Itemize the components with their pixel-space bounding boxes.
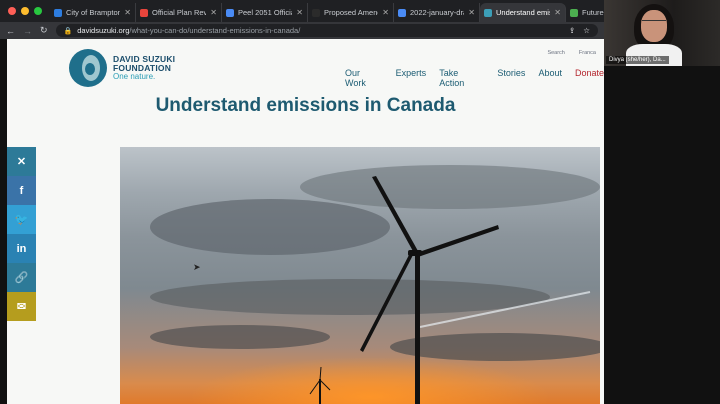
share-linkedin-button[interactable]: in <box>7 234 36 263</box>
logo-tagline: One nature. <box>113 72 156 81</box>
hero-image-wind-turbine <box>120 147 600 404</box>
browser-tab[interactable]: Understand emissi ✕ <box>480 3 566 22</box>
web-page: Search Franca DAVID SUZUKI FOUNDATION On… <box>7 39 604 404</box>
participant-name: Divya (she/her), Da... <box>606 56 669 64</box>
tab-title: Proposed Amendm <box>324 8 378 17</box>
share-facebook-button[interactable]: f <box>7 176 36 205</box>
nav-our-work[interactable]: Our Work <box>345 68 383 88</box>
mouse-cursor-icon: ➤ <box>193 262 201 272</box>
window-controls <box>0 7 50 22</box>
tab-bar: City of Brampton |✕Official Plan Review✕… <box>0 0 652 22</box>
maximize-window-icon[interactable] <box>34 7 42 15</box>
minimize-window-icon[interactable] <box>21 7 29 15</box>
share-link-button[interactable]: 🔗 <box>7 263 36 292</box>
tab-favicon-icon <box>484 8 492 17</box>
facebook-icon: f <box>19 184 24 197</box>
tab-favicon-icon <box>312 8 320 17</box>
link-icon: 🔗 <box>14 272 29 284</box>
twitter-icon: 🐦 <box>14 214 29 226</box>
browser-tab[interactable]: City of Brampton | ✕ <box>50 3 136 22</box>
logo-line-2: FOUNDATION <box>113 62 172 73</box>
nav-take-action[interactable]: Take Action <box>439 68 484 88</box>
browser-tab[interactable]: Peel 2051 Official ✕ <box>222 3 308 22</box>
share-sidebar: ✕ f 🐦 in 🔗 ✉ <box>7 147 36 321</box>
forward-icon[interactable]: → <box>23 26 32 36</box>
tab-favicon-icon <box>140 8 148 17</box>
tab-favicon-icon <box>226 8 234 17</box>
close-tab-icon[interactable]: ✕ <box>468 8 475 17</box>
lock-icon: 🔒 <box>63 27 73 35</box>
address-bar: ← → ↻ 🔒 davidsuzuki.org/what-you-can-do/… <box>0 22 604 39</box>
search-link[interactable]: Search <box>547 50 564 56</box>
utility-links: Search Franca <box>547 50 596 56</box>
site-logo[interactable]: DAVID SUZUKI FOUNDATION One nature. <box>69 49 175 87</box>
linkedin-icon: in <box>16 242 27 255</box>
tab-title: 2022-january-draf <box>410 8 465 17</box>
reload-icon[interactable]: ↻ <box>40 25 48 36</box>
page-title: Understand emissions in Canada <box>155 95 456 116</box>
browser-tab[interactable]: Official Plan Review✕ <box>136 3 222 22</box>
close-tab-icon[interactable]: ✕ <box>210 8 217 17</box>
share-close-button[interactable]: ✕ <box>7 147 36 176</box>
browser-tab[interactable]: 2022-january-draf ✕ <box>394 3 480 22</box>
share-twitter-button[interactable]: 🐦 <box>7 205 36 234</box>
nav-about[interactable]: About <box>538 68 562 88</box>
tab-favicon-icon <box>570 8 578 17</box>
close-tab-icon[interactable]: ✕ <box>124 8 131 17</box>
bookmark-star-icon[interactable]: ☆ <box>583 26 590 35</box>
tab-title: City of Brampton | <box>66 8 121 17</box>
tab-favicon-icon <box>54 8 62 17</box>
close-window-icon[interactable] <box>8 7 16 15</box>
close-tab-icon[interactable]: ✕ <box>554 8 561 17</box>
url-field[interactable]: 🔒 davidsuzuki.org/what-you-can-do/unders… <box>55 24 598 37</box>
url-domain: davidsuzuki.org <box>77 26 130 35</box>
webcam-video: Divya (she/her), Da... <box>604 0 720 66</box>
share-email-button[interactable]: ✉ <box>7 292 36 321</box>
nav-experts[interactable]: Experts <box>396 68 427 88</box>
url-path: /what-you-can-do/understand-emissions-in… <box>129 26 301 35</box>
share-url-icon[interactable]: ⇪ <box>569 26 575 35</box>
close-icon: ✕ <box>16 156 27 168</box>
tab-favicon-icon <box>398 8 406 17</box>
language-link[interactable]: Franca <box>579 50 596 56</box>
main-nav: Our Work Experts Take Action Stories Abo… <box>345 68 604 88</box>
logo-mark-icon <box>69 49 107 87</box>
close-tab-icon[interactable]: ✕ <box>296 8 303 17</box>
tab-title: Peel 2051 Official <box>238 8 293 17</box>
email-icon: ✉ <box>16 301 27 313</box>
tab-title: Understand emissi <box>496 8 550 17</box>
nav-stories[interactable]: Stories <box>497 68 525 88</box>
tab-title: Official Plan Review <box>152 8 207 17</box>
screen: City of Brampton |✕Official Plan Review✕… <box>0 0 720 404</box>
back-icon[interactable]: ← <box>6 26 15 36</box>
close-tab-icon[interactable]: ✕ <box>382 8 389 17</box>
tabs: City of Brampton |✕Official Plan Review✕… <box>50 3 652 22</box>
nav-donate[interactable]: Donate <box>575 68 604 88</box>
browser-tab[interactable]: Proposed Amendm ✕ <box>308 3 394 22</box>
